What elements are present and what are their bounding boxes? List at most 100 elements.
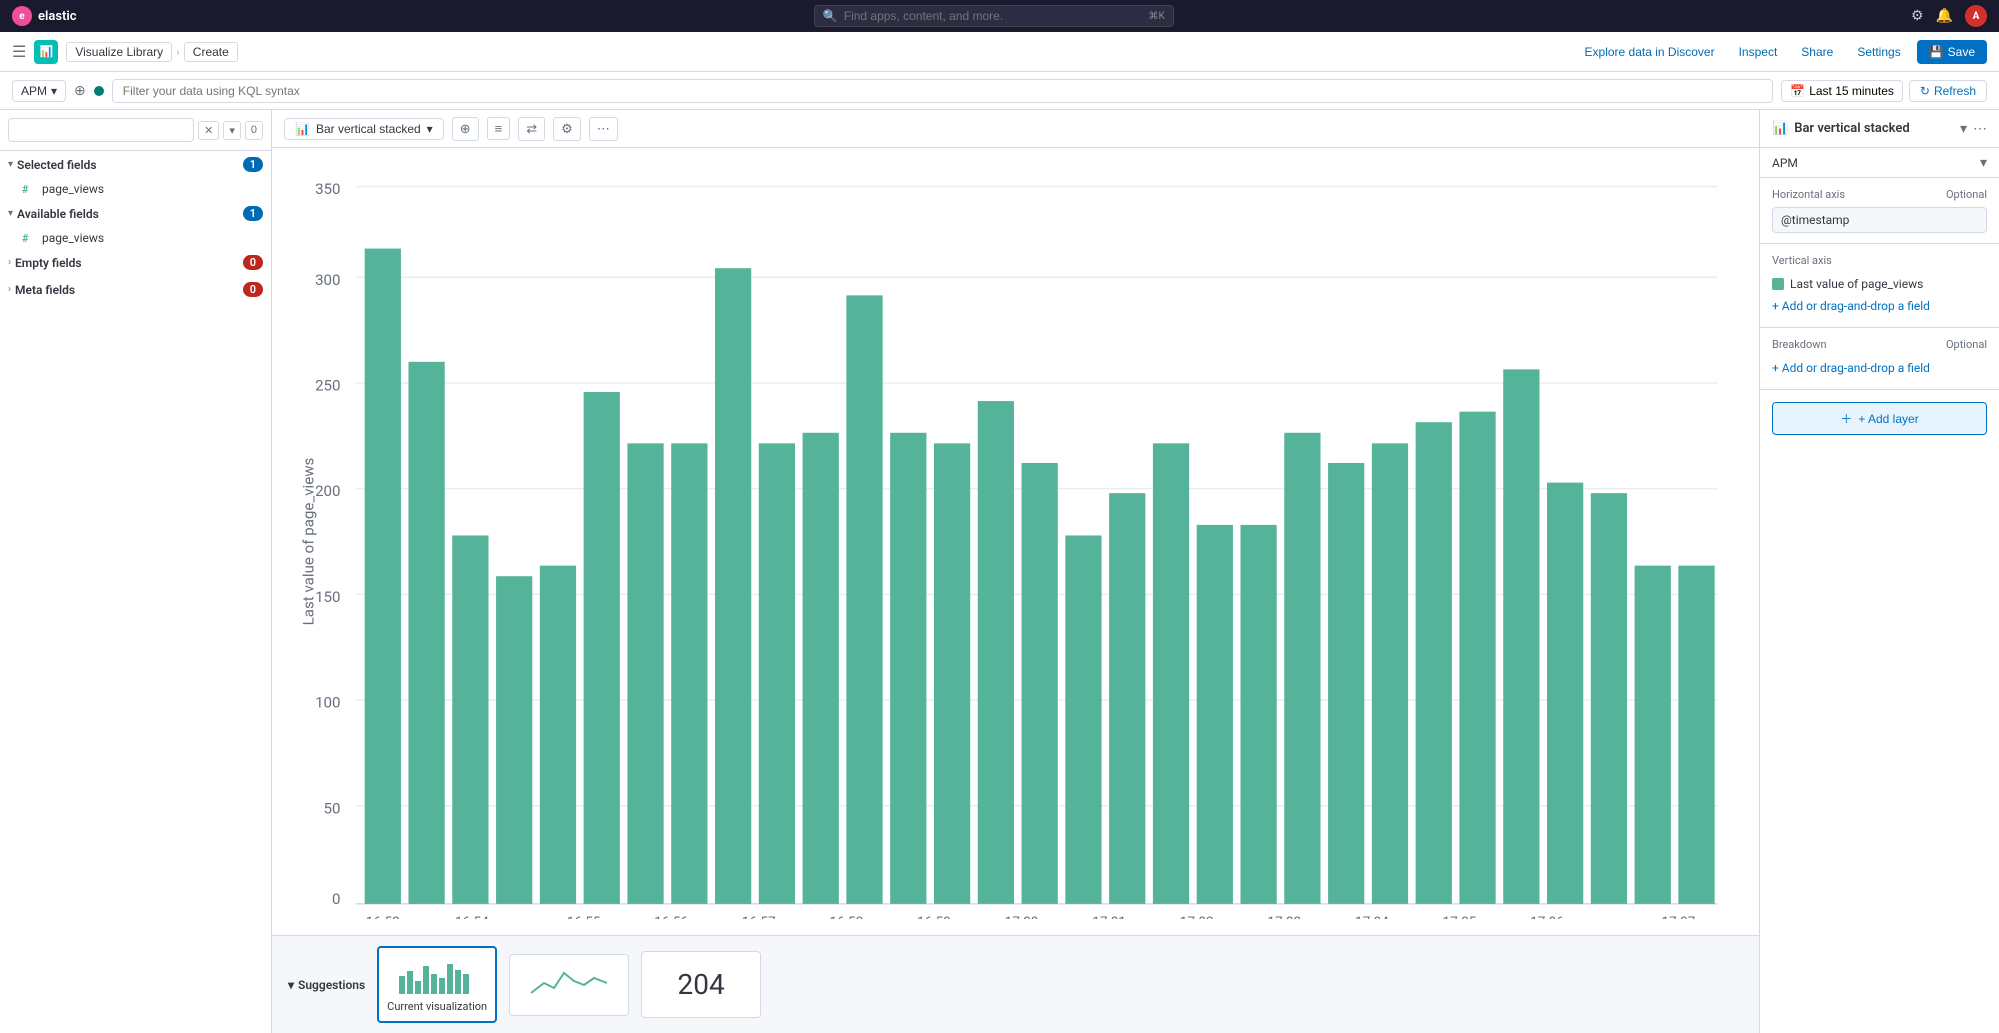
- top-nav-center: 🔍 ⌘K: [85, 5, 1903, 27]
- vertical-axis-label: Vertical axis: [1772, 254, 1832, 267]
- bar-26[interactable]: [1459, 412, 1495, 904]
- elastic-logo[interactable]: e elastic: [12, 6, 77, 26]
- bar-1[interactable]: [365, 249, 401, 904]
- number-suggestion[interactable]: 204: [641, 951, 761, 1018]
- line-chart-suggestion[interactable]: [509, 954, 629, 1016]
- bar-15[interactable]: [978, 401, 1014, 904]
- svg-text:200: 200: [315, 482, 340, 500]
- horizontal-axis-section: Horizontal axis Optional @timestamp: [1760, 178, 1999, 244]
- bar-11[interactable]: [803, 433, 839, 904]
- collapse-right-panel-button[interactable]: ▾: [1960, 120, 1967, 137]
- bar-22[interactable]: [1284, 433, 1320, 904]
- available-field-page-views[interactable]: # page_views: [0, 227, 271, 249]
- horizontal-axis-value[interactable]: @timestamp: [1772, 207, 1987, 233]
- selected-field-page-views[interactable]: # page_views: [0, 178, 271, 200]
- clear-search-button[interactable]: ✕: [198, 121, 219, 140]
- top-nav-right: ⚙ 🔔 A: [1911, 5, 1987, 27]
- more-options-button[interactable]: ⋯: [1973, 120, 1987, 137]
- settings-toolbar-button[interactable]: ⚙: [553, 117, 581, 141]
- visualize-library-breadcrumb[interactable]: Visualize Library: [66, 42, 172, 62]
- current-viz-thumbnail: [397, 956, 477, 996]
- user-avatar[interactable]: A: [1965, 5, 1987, 27]
- bar-20[interactable]: [1197, 525, 1233, 904]
- selected-fields-section[interactable]: ▾ Selected fields 1: [0, 151, 271, 178]
- refresh-button[interactable]: ↻ Refresh: [1909, 80, 1987, 102]
- bar-27[interactable]: [1503, 369, 1539, 904]
- svg-text:16:59: 16:59: [917, 915, 951, 919]
- save-button[interactable]: 💾 Save: [1917, 40, 1987, 64]
- share-button[interactable]: Share: [1793, 41, 1841, 63]
- bar-19[interactable]: [1153, 443, 1189, 904]
- global-search-bar[interactable]: 🔍 ⌘K: [814, 5, 1174, 27]
- svg-text:100: 100: [315, 694, 340, 712]
- bar-21[interactable]: [1240, 525, 1276, 904]
- filter-icon[interactable]: ⊕: [74, 83, 86, 99]
- more-toolbar-button[interactable]: ⋯: [589, 117, 618, 141]
- bar-30[interactable]: [1635, 566, 1671, 904]
- add-layer-button[interactable]: ＋ + Add layer: [1772, 402, 1987, 435]
- explore-data-button[interactable]: Explore data in Discover: [1577, 41, 1723, 63]
- apm-dropdown[interactable]: APM ▾: [12, 80, 66, 102]
- inspect-button[interactable]: Inspect: [1731, 41, 1786, 63]
- add-breakdown-label: + Add or drag-and-drop a field: [1772, 361, 1930, 375]
- axis-field-name: Last value of page_views: [1790, 277, 1987, 291]
- bar-8[interactable]: [671, 443, 707, 904]
- chart-area: 📊 Bar vertical stacked ▾ ⊕ ≡ ⇄ ⚙ ⋯ 350 3…: [272, 110, 1759, 1033]
- bar-31[interactable]: [1678, 566, 1714, 904]
- bar-17[interactable]: [1065, 535, 1101, 903]
- settings-button[interactable]: Settings: [1849, 41, 1908, 63]
- empty-fields-section[interactable]: › Empty fields 0: [0, 249, 271, 276]
- breakdown-section: Breakdown Optional + Add or drag-and-dro…: [1760, 328, 1999, 390]
- field-name-page-views-available: page_views: [42, 231, 104, 245]
- svg-text:150: 150: [315, 588, 340, 606]
- bar-23[interactable]: [1328, 463, 1364, 904]
- bar-2[interactable]: [408, 362, 444, 904]
- bar-7[interactable]: [627, 443, 663, 904]
- bar-9[interactable]: [715, 268, 751, 904]
- bar-3[interactable]: [452, 535, 488, 903]
- filter-toolbar-button[interactable]: ⊕: [452, 117, 479, 141]
- bar-5[interactable]: [540, 566, 576, 904]
- bar-14[interactable]: [934, 443, 970, 904]
- bar-6[interactable]: [584, 392, 620, 904]
- bar-25[interactable]: [1416, 422, 1452, 904]
- filter-field-button[interactable]: ▾: [223, 121, 241, 140]
- notifications-icon[interactable]: 🔔: [1936, 8, 1953, 24]
- bar-29[interactable]: [1591, 493, 1627, 904]
- kql-input[interactable]: [112, 79, 1773, 103]
- current-visualization-card[interactable]: Current visualization: [377, 946, 497, 1023]
- bar-24[interactable]: [1372, 443, 1408, 904]
- time-range-button[interactable]: 📅 Last 15 minutes: [1781, 80, 1903, 102]
- svg-text:17:07: 17:07: [1661, 915, 1695, 919]
- bar-10[interactable]: [759, 443, 795, 904]
- hamburger-menu[interactable]: ☰: [12, 42, 26, 61]
- field-search-icons: ✕ ▾ 0: [198, 121, 263, 140]
- available-fields-section[interactable]: ▾ Available fields 1: [0, 200, 271, 227]
- add-layer-label: + Add layer: [1858, 412, 1918, 426]
- list-toolbar-button[interactable]: ≡: [487, 117, 511, 140]
- selected-fields-title: Selected fields: [17, 158, 243, 172]
- add-breakdown-field-button[interactable]: + Add or drag-and-drop a field: [1772, 357, 1987, 379]
- bar-chart-svg: 350 300 250 200 150 100 50 0 Last value …: [288, 164, 1743, 919]
- bar-12[interactable]: [846, 295, 882, 904]
- field-search-input[interactable]: page_v: [8, 118, 194, 142]
- meta-fields-section[interactable]: › Meta fields 0: [0, 276, 271, 303]
- create-breadcrumb[interactable]: Create: [184, 42, 238, 62]
- bar-13[interactable]: [890, 433, 926, 904]
- bar-4[interactable]: [496, 576, 532, 904]
- bar-16[interactable]: [1022, 463, 1058, 904]
- vertical-axis-field: Last value of page_views: [1772, 273, 1987, 295]
- chart-type-button[interactable]: 📊 Bar vertical stacked ▾: [284, 118, 444, 140]
- settings-nav-icon[interactable]: ⚙: [1911, 8, 1924, 24]
- swap-toolbar-button[interactable]: ⇄: [518, 117, 545, 141]
- breakdown-label: Breakdown: [1772, 338, 1827, 351]
- sort-field-button[interactable]: 0: [245, 121, 263, 140]
- source-name: APM: [1772, 156, 1798, 170]
- main-layout: page_v ✕ ▾ 0 ▾ Selected fields 1 # page_…: [0, 110, 1999, 1033]
- source-dropdown-button[interactable]: ▾: [1980, 154, 1987, 171]
- bar-28[interactable]: [1547, 483, 1583, 904]
- bar-18[interactable]: [1109, 493, 1145, 904]
- global-search-input[interactable]: [844, 9, 1143, 23]
- add-vertical-field-button[interactable]: + Add or drag-and-drop a field: [1772, 295, 1987, 317]
- chart-container: 350 300 250 200 150 100 50 0 Last value …: [272, 148, 1759, 935]
